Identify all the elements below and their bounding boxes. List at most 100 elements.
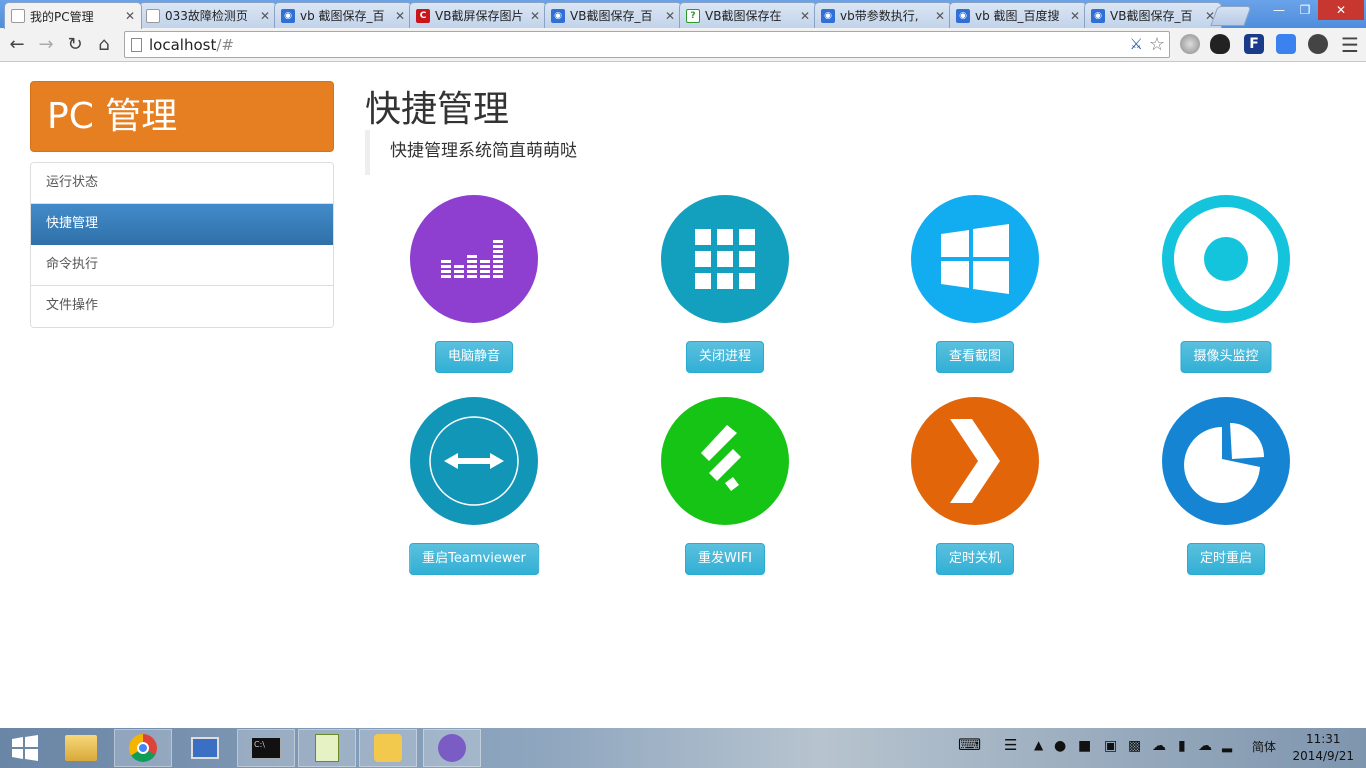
explorer-icon[interactable] (52, 729, 110, 767)
taskbar: C:\ ⌨ ☰ ▲ ● ■ ▣ ▩ ☁ ▮ ☁ ▂ 简体 11:31 2014/… (0, 728, 1366, 768)
windows-icon[interactable] (911, 195, 1039, 323)
close-tab-icon[interactable]: ✕ (800, 9, 810, 23)
bookmark-star-icon[interactable]: ☆ (1149, 34, 1165, 55)
browser-tab[interactable]: ◉ VB截图保存_百 ✕ (1084, 2, 1222, 28)
close-tab-icon[interactable]: ✕ (935, 9, 945, 23)
kill-process-button[interactable]: 关闭进程 (685, 341, 765, 373)
browser-tab[interactable]: ◉ vb 截图_百度搜 ✕ (949, 2, 1087, 28)
browser-tab[interactable]: ? VB截图保存在 ✕ (679, 2, 817, 28)
tray-app-icon[interactable]: ▩ (1128, 738, 1141, 754)
paw-favicon-icon: ◉ (821, 8, 835, 23)
page-subtitle: 快捷管理系统简直萌萌哒 (365, 130, 765, 175)
qq-icon[interactable]: ● (1054, 738, 1066, 754)
close-tab-icon[interactable]: ✕ (260, 9, 270, 23)
sidebar-nav: 运行状态 快捷管理 命令执行 文件操作 (30, 162, 334, 328)
timed-restart-button[interactable]: 定时重启 (1186, 543, 1266, 575)
browser-tab[interactable]: ◉ vb带参数执行, ✕ (814, 2, 952, 28)
tray-expand-icon[interactable]: ▲ (1034, 738, 1043, 752)
close-tab-icon[interactable]: ✕ (665, 9, 675, 23)
wifi-icon[interactable]: ☰ (1004, 736, 1017, 754)
tray-app-icon[interactable]: ▣ (1104, 738, 1117, 754)
f-extension-icon[interactable]: F (1244, 34, 1264, 54)
browser-tab[interactable]: 033故障检测页 ✕ (139, 2, 277, 28)
onedrive-icon[interactable]: ☁ (1198, 738, 1212, 754)
battery-icon[interactable]: ▮ (1178, 738, 1186, 754)
signal-icon[interactable]: ▂ (1222, 738, 1232, 753)
ime-indicator[interactable]: 简体 (1252, 738, 1276, 755)
restart-teamviewer-button[interactable]: 重启Teamviewer (409, 543, 539, 575)
tile-mute: 电脑静音 (399, 195, 549, 385)
keyboard-icon[interactable]: ⌨ (958, 735, 981, 754)
incognito-extension-icon[interactable] (1210, 34, 1230, 54)
tray-app-icon[interactable]: ■ (1078, 738, 1091, 754)
browser-toolbar: ← → ↻ ⌂ localhost/# ⚔ ☆ F ☰ (0, 28, 1366, 62)
page-favicon-icon (11, 9, 25, 23)
tab-title: vb 截图_百度搜 (975, 9, 1060, 23)
tile-kill-process: 关闭进程 (650, 195, 800, 385)
notepad-plus-icon[interactable] (298, 729, 356, 767)
window-controls: — ❐ ✕ (1266, 0, 1364, 20)
resend-wifi-button[interactable]: 重发WIFI (685, 543, 765, 575)
back-arrow-icon[interactable]: ← (5, 33, 29, 57)
grid-icon[interactable] (661, 195, 789, 323)
close-tab-icon[interactable]: ✕ (530, 9, 540, 23)
page-icon (131, 38, 142, 52)
clock[interactable]: 11:31 2014/9/21 (1292, 731, 1354, 765)
tab-title: VB截屏保存图片 (435, 9, 524, 23)
menu-icon[interactable]: ☰ (1338, 33, 1362, 57)
brand-title[interactable]: PC 管理 (30, 81, 334, 152)
minimize-icon[interactable]: — (1266, 0, 1292, 20)
paw-favicon-icon: ◉ (551, 8, 565, 23)
tab-title: VB截图保存_百 (570, 9, 653, 23)
close-tab-icon[interactable]: ✕ (125, 9, 135, 23)
browser-tab[interactable]: 我的PC管理 ✕ (4, 2, 142, 29)
close-tab-icon[interactable]: ✕ (1070, 9, 1080, 23)
chevron-right-icon[interactable] (911, 397, 1039, 525)
network-app-icon[interactable] (176, 729, 234, 767)
new-tab-button[interactable] (1210, 6, 1252, 26)
camera-icon[interactable] (1162, 195, 1290, 323)
tab-title: VB截图保存在 (705, 9, 782, 23)
game-app-icon[interactable] (359, 729, 417, 767)
equalizer-icon[interactable] (410, 195, 538, 323)
cmd-icon[interactable]: C:\ (237, 729, 295, 767)
sidebar-item-files[interactable]: 文件操作 (31, 286, 333, 327)
camera-monitor-button[interactable]: 摄像头监控 (1180, 341, 1272, 373)
chrome-icon[interactable] (114, 729, 172, 767)
browser-tab[interactable]: C VB截屏保存图片 ✕ (409, 2, 547, 28)
timed-shutdown-button[interactable]: 定时关机 (935, 543, 1015, 575)
globe-extension-icon[interactable] (1180, 34, 1200, 54)
tile-wifi: 重发WIFI (650, 397, 800, 587)
tile-camera: 摄像头监控 (1151, 195, 1301, 385)
sidebar-item-command[interactable]: 命令执行 (31, 245, 333, 286)
close-tab-icon[interactable]: ✕ (395, 9, 405, 23)
start-button[interactable] (0, 729, 50, 767)
clock-date: 2014/9/21 (1292, 749, 1354, 763)
address-bar[interactable]: localhost/# ⚔ ☆ (124, 31, 1170, 58)
close-window-icon[interactable]: ✕ (1318, 0, 1364, 20)
q-favicon-icon: ? (686, 8, 700, 23)
cloud-extension-icon[interactable] (1276, 34, 1296, 54)
csdn-favicon-icon: C (416, 8, 430, 23)
sidebar-item-status[interactable]: 运行状态 (31, 163, 333, 204)
browser-tab[interactable]: ◉ VB截图保存_百 ✕ (544, 2, 682, 28)
purple-app-icon[interactable] (423, 729, 481, 767)
tile-screenshot: 查看截图 (900, 195, 1050, 385)
teamviewer-icon[interactable] (410, 397, 538, 525)
pie-chart-icon[interactable] (1162, 397, 1290, 525)
evernote-extension-icon[interactable] (1308, 34, 1328, 54)
tile-teamviewer: 重启Teamviewer (399, 397, 549, 587)
restore-icon[interactable]: ❐ (1292, 0, 1318, 20)
feedly-icon[interactable] (661, 397, 789, 525)
view-screenshot-button[interactable]: 查看截图 (935, 341, 1015, 373)
home-icon[interactable]: ⌂ (92, 33, 116, 57)
paw-favicon-icon: ◉ (1091, 8, 1105, 23)
reload-icon[interactable]: ↻ (63, 33, 87, 57)
mute-button[interactable]: 电脑静音 (434, 341, 514, 373)
forward-arrow-icon[interactable]: → (34, 33, 58, 57)
translate-icon[interactable]: ⚔ (1130, 35, 1143, 53)
sidebar-item-quick-manage[interactable]: 快捷管理 (31, 204, 333, 245)
cloud-icon[interactable]: ☁ (1152, 738, 1166, 754)
url-text: localhost/# (149, 36, 234, 54)
browser-tab[interactable]: ◉ vb 截图保存_百 ✕ (274, 2, 412, 28)
